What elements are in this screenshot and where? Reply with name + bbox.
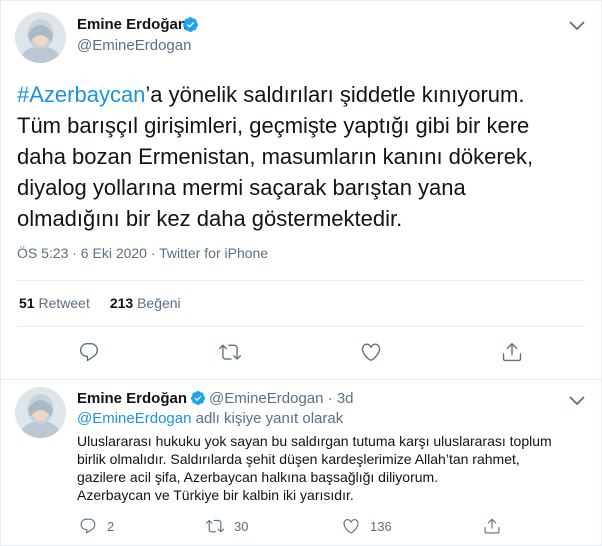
verified-badge-icon bbox=[191, 391, 206, 405]
reply-count: 2 bbox=[107, 518, 115, 534]
reply-text-line: birlik olmalıdır. Saldırılarda şehit düş… bbox=[77, 451, 520, 467]
reply-retweet-button[interactable]: 30 bbox=[206, 516, 248, 536]
verified-badge-icon bbox=[183, 17, 198, 32]
author-handle[interactable]: @EmineErdogan bbox=[77, 37, 191, 54]
tweet-text: #Azerbaycan’a yönelik saldırıları şiddet… bbox=[17, 79, 591, 234]
engagement-stats: 51 Retweet 213 Beğeni bbox=[19, 295, 181, 311]
tweet-text-fragment: ’a yönelik saldırıları şiddetle kınıyoru… bbox=[145, 82, 525, 107]
retweet-count: 30 bbox=[234, 518, 249, 534]
share-icon[interactable] bbox=[501, 341, 523, 363]
tweet-text-line: diyalog yollarına mermi saçarak barıştan… bbox=[17, 175, 466, 200]
avatar-image bbox=[15, 387, 66, 438]
tweet-card: Emine Erdoğan @EmineErdogan #Azerbaycan’… bbox=[0, 0, 602, 546]
retweet-icon bbox=[206, 519, 224, 533]
like-count: 213 bbox=[109, 295, 134, 311]
section-divider bbox=[1, 379, 601, 380]
reply-actions: 2 30 136 bbox=[1, 516, 602, 536]
reply-author-avatar[interactable] bbox=[15, 387, 66, 438]
heart-icon[interactable] bbox=[360, 341, 382, 363]
retweet-icon[interactable] bbox=[219, 341, 241, 363]
divider bbox=[17, 326, 585, 327]
author-name[interactable]: Emine Erdoğan bbox=[77, 16, 187, 33]
hashtag-link[interactable]: #Azerbaycan bbox=[17, 82, 145, 107]
reply-icon[interactable] bbox=[78, 341, 100, 363]
reply-text: Uluslararası hukuku yok sayan bu saldırg… bbox=[77, 432, 587, 504]
reply-text-line: Azerbaycan ve Türkiye bir kalbin iki yar… bbox=[77, 487, 354, 503]
reply-reply-button[interactable]: 2 bbox=[79, 516, 114, 536]
chevron-down-icon[interactable] bbox=[569, 21, 585, 31]
reply-text-line: gazilere acil şifa, Azerbaycan halkına b… bbox=[77, 469, 439, 485]
reply-icon bbox=[80, 518, 96, 534]
reply-author-handle[interactable]: @EmineErdogan bbox=[209, 390, 323, 407]
reply-header: Emine Erdoğan @EmineErdogan · 3d bbox=[77, 390, 354, 407]
like-count: 136 bbox=[370, 518, 392, 534]
tweet-timestamp[interactable]: ÖS 5:23 · 6 Eki 2020 · Twitter for iPhon… bbox=[17, 245, 268, 261]
tweet-text-line: olmadığını bir kez daha göstermektedir. bbox=[17, 206, 403, 231]
retweet-stat[interactable]: 51 Retweet bbox=[19, 295, 90, 311]
replying-to: @EmineErdogan adlı kişiye yanıt olarak bbox=[77, 410, 343, 427]
heart-icon bbox=[343, 519, 359, 534]
retweet-count: 51 bbox=[19, 295, 35, 311]
like-stat[interactable]: 213 Beğeni bbox=[110, 295, 181, 311]
divider bbox=[17, 280, 585, 281]
tweet-actions bbox=[1, 341, 602, 365]
share-icon bbox=[484, 518, 500, 534]
mention-link[interactable]: @EmineErdogan bbox=[77, 410, 191, 427]
reply-like-button[interactable]: 136 bbox=[342, 516, 392, 536]
replying-to-label: adlı kişiye yanıt olarak bbox=[191, 410, 344, 427]
author-avatar[interactable] bbox=[15, 12, 66, 63]
tweet-text-line: #Azerbaycan’a yönelik saldırıları şiddet… bbox=[17, 79, 591, 110]
tweet-text-line: Tüm barışçıl girişimleri, geçmişte yaptı… bbox=[17, 113, 530, 138]
tweet-text-line: daha bozan Ermenistan, masumların kanını… bbox=[17, 144, 534, 169]
like-label: Beğeni bbox=[137, 295, 181, 311]
reply-text-line: Uluslararası hukuku yok sayan bu saldırg… bbox=[77, 433, 552, 449]
reply-author-name[interactable]: Emine Erdoğan bbox=[77, 390, 187, 407]
retweet-label: Retweet bbox=[38, 295, 90, 311]
avatar-image bbox=[15, 12, 66, 63]
chevron-down-icon[interactable] bbox=[569, 396, 585, 406]
reply-time[interactable]: · 3d bbox=[328, 390, 354, 407]
reply-share-button[interactable] bbox=[483, 516, 511, 536]
